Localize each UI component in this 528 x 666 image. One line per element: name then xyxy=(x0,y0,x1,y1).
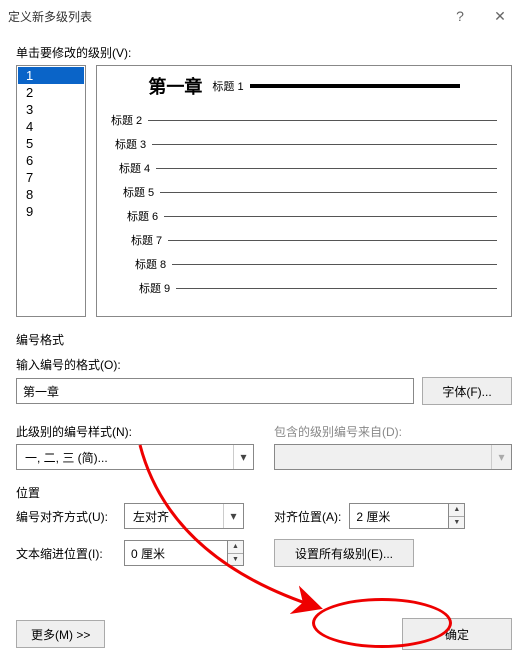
preview-row: 标题 6 xyxy=(127,210,497,222)
preview-row-label: 标题 7 xyxy=(131,232,162,248)
align-pos-spinner[interactable]: ▲▼ xyxy=(449,503,465,529)
more-button[interactable]: 更多(M) >> xyxy=(16,620,105,648)
level-item[interactable]: 2 xyxy=(18,84,84,101)
include-level-combo: ▾ xyxy=(274,444,512,470)
preview-first-prefix: 第一章 xyxy=(148,73,202,99)
close-button[interactable]: ✕ xyxy=(480,2,520,30)
enter-format-label: 输入编号的格式(O): xyxy=(16,356,512,373)
preview-row-label: 标题 6 xyxy=(127,208,158,224)
preview-row: 标题 2 xyxy=(111,114,497,126)
number-format-section: 编号格式 xyxy=(16,331,512,348)
number-style-combo[interactable]: 一, 二, 三 (简)... ▾ xyxy=(16,444,254,470)
preview-row: 标题 7 xyxy=(131,234,497,246)
level-item[interactable]: 9 xyxy=(18,203,84,220)
level-item[interactable]: 7 xyxy=(18,169,84,186)
preview-row: 标题 5 xyxy=(123,186,497,198)
set-all-levels-button[interactable]: 设置所有级别(E)... xyxy=(274,539,414,567)
indent-input[interactable] xyxy=(124,540,228,566)
font-button[interactable]: 字体(F)... xyxy=(422,377,512,405)
preview-row-label: 标题 3 xyxy=(115,136,146,152)
number-format-input[interactable] xyxy=(16,378,414,404)
levels-label: 单击要修改的级别(V): xyxy=(16,44,512,61)
preview-row: 标题 8 xyxy=(135,258,497,270)
level-item[interactable]: 5 xyxy=(18,135,84,152)
level-item[interactable]: 8 xyxy=(18,186,84,203)
chevron-down-icon: ▾ xyxy=(233,445,253,469)
preview-row-label: 标题 4 xyxy=(119,160,150,176)
dialog-title: 定义新多级列表 xyxy=(8,8,440,25)
preview-row-label: 标题 5 xyxy=(123,184,154,200)
level-item[interactable]: 3 xyxy=(18,101,84,118)
level-item[interactable]: 6 xyxy=(18,152,84,169)
align-pos-input[interactable] xyxy=(349,503,449,529)
include-level-label: 包含的级别编号来自(D): xyxy=(274,423,512,440)
indent-spinner[interactable]: ▲▼ xyxy=(228,540,244,566)
preview-pane: 第一章 标题 1 标题 2 标题 3 标题 4 标题 5 标题 6 标题 7 标题 8 标题 … xyxy=(96,65,512,317)
preview-first-sub: 标题 1 xyxy=(212,78,243,94)
preview-row: 标题 9 xyxy=(139,282,497,294)
preview-row-label: 标题 9 xyxy=(139,280,170,296)
ok-button[interactable]: 确定 xyxy=(402,618,512,650)
preview-row: 标题 3 xyxy=(115,138,497,150)
indent-label: 文本缩进位置(I): xyxy=(16,545,116,562)
preview-row: 标题 4 xyxy=(119,162,497,174)
level-item[interactable]: 1 xyxy=(18,67,84,84)
level-listbox[interactable]: 123456789 xyxy=(16,65,86,317)
help-button[interactable]: ? xyxy=(440,2,480,30)
align-pos-label: 对齐位置(A): xyxy=(274,508,341,525)
number-style-label: 此级别的编号样式(N): xyxy=(16,423,254,440)
align-combo[interactable]: 左对齐 ▾ xyxy=(124,503,244,529)
level-item[interactable]: 4 xyxy=(18,118,84,135)
chevron-down-icon: ▾ xyxy=(491,445,511,469)
align-label: 编号对齐方式(U): xyxy=(16,508,116,525)
chevron-down-icon: ▾ xyxy=(223,504,243,528)
preview-row-label: 标题 8 xyxy=(135,256,166,272)
position-section: 位置 xyxy=(16,484,512,501)
preview-row-label: 标题 2 xyxy=(111,112,142,128)
